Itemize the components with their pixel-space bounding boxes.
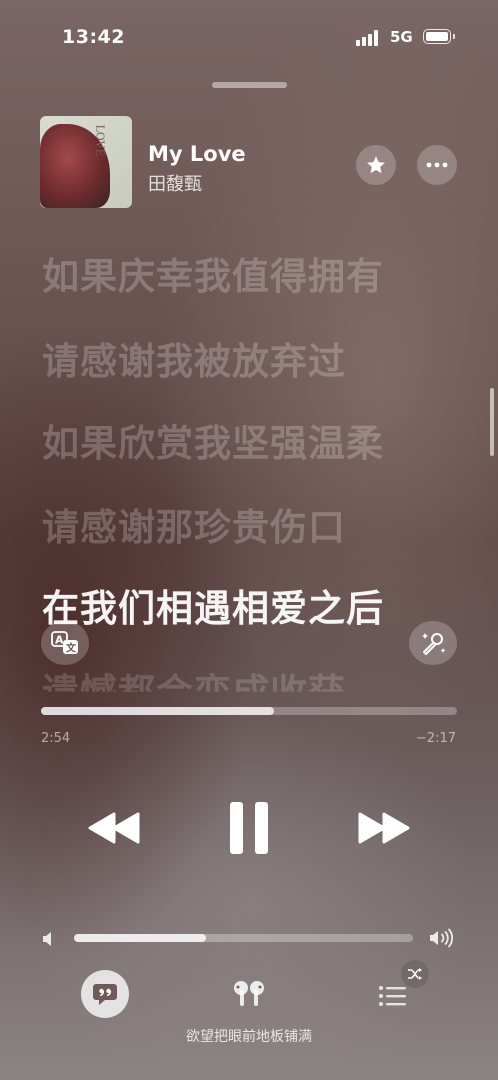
playback-progress-bar[interactable] [41, 707, 457, 715]
lyric-line[interactable]: 如果庆幸我值得拥有 [42, 246, 384, 300]
shuffle-icon [408, 968, 422, 980]
shuffle-indicator[interactable] [401, 960, 429, 988]
star-icon [367, 156, 385, 174]
pause-button[interactable] [226, 800, 272, 856]
network-type: 5G [390, 28, 413, 46]
cellular-signal-icon [356, 30, 380, 46]
volume-slider[interactable] [74, 934, 413, 942]
remaining-time: −2:17 [415, 731, 456, 746]
lyric-line[interactable]: 请感谢我被放弃过 [42, 331, 346, 385]
album-art-text: LOVE [93, 124, 107, 157]
volume-high-icon [429, 928, 455, 948]
translate-icon: A 文 [51, 631, 78, 655]
queue-list-icon [379, 986, 406, 1006]
sing-mic-icon [422, 633, 446, 655]
forward-icon [358, 812, 410, 844]
playback-progress-fill [41, 707, 274, 715]
volume-low-icon [41, 930, 57, 948]
translate-button[interactable]: A 文 [41, 621, 89, 665]
caption-text: 欲望把眼前地板铺满 [186, 1029, 312, 1045]
airpods-icon [234, 981, 264, 1006]
sing-button[interactable] [409, 621, 457, 665]
svg-text:文: 文 [66, 642, 77, 655]
lyric-line[interactable]: 请感谢那珍贵伤口 [42, 497, 346, 551]
lyrics-scrollbar[interactable] [490, 388, 494, 456]
elapsed-time: 2:54 [41, 731, 71, 746]
pause-icon [230, 802, 268, 854]
battery-icon [423, 29, 455, 44]
more-button[interactable] [417, 145, 457, 185]
lyrics-button[interactable] [81, 970, 129, 1018]
song-title: My Love [148, 142, 246, 166]
artist-name[interactable]: 田馥甄 [148, 170, 202, 196]
lyric-line[interactable]: 如果欣赏我坚强温柔 [42, 413, 384, 467]
lyrics-quote-icon [93, 984, 117, 1005]
airplay-audio-output-button[interactable] [230, 978, 268, 1014]
album-artwork[interactable]: LOVE [40, 116, 132, 208]
more-icon [426, 162, 448, 168]
svg-text:A: A [55, 634, 64, 647]
status-time: 13:42 [62, 26, 125, 48]
volume-slider-fill [74, 934, 207, 942]
favorite-button[interactable] [356, 145, 396, 185]
queue-button[interactable] [377, 983, 409, 1009]
rewind-button[interactable] [86, 808, 142, 848]
sheet-grabber[interactable] [212, 82, 287, 88]
lyric-line-current[interactable]: 在我们相遇相爱之后 [42, 578, 384, 632]
rewind-icon [88, 812, 140, 844]
forward-button[interactable] [356, 808, 412, 848]
